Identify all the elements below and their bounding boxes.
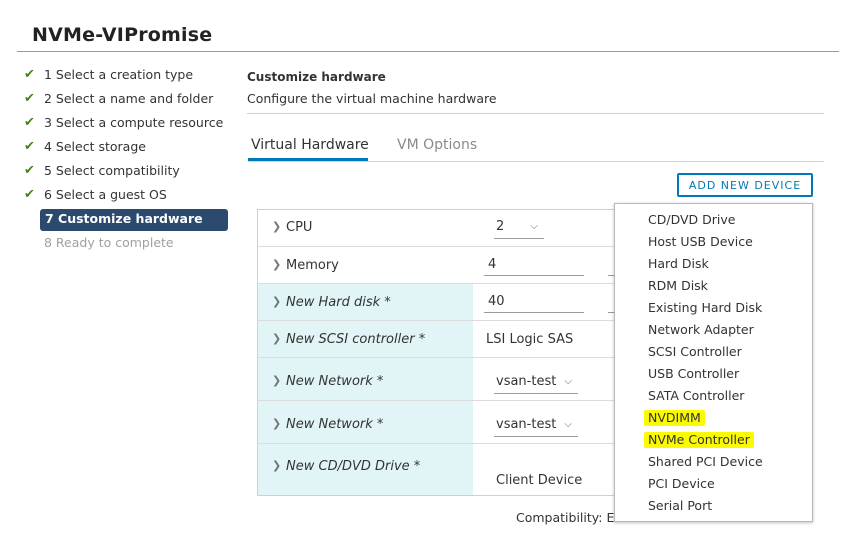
title-divider — [17, 51, 839, 52]
add-new-device-button[interactable]: ADD NEW DEVICE — [677, 173, 813, 197]
step-label: 8 Ready to complete — [44, 235, 174, 250]
section-subtitle: Configure the virtual machine hardware — [247, 91, 497, 106]
row-name: CPU — [286, 220, 313, 235]
step-5[interactable]: ✔ 5 Select compatibility — [24, 160, 230, 184]
step-6[interactable]: ✔ 6 Select a guest OS — [24, 184, 230, 208]
select-value: 2 — [496, 219, 505, 234]
checkmark-icon: ✔ — [24, 163, 35, 178]
row-name: New CD/DVD Drive * — [286, 459, 421, 474]
menu-item-shared-pci-device[interactable]: Shared PCI Device — [648, 454, 763, 469]
chevron-right-icon[interactable]: ❯ — [272, 220, 281, 233]
chevron-right-icon[interactable]: ❯ — [272, 258, 281, 271]
checkmark-icon: ✔ — [24, 139, 35, 154]
menu-item-existing-hard-disk[interactable]: Existing Hard Disk — [648, 300, 762, 315]
compatibility-label: Compatibility: E — [516, 510, 615, 525]
chevron-right-icon[interactable]: ❯ — [272, 295, 281, 308]
chevron-right-icon[interactable]: ❯ — [272, 459, 281, 472]
tab-vm-options[interactable]: VM Options — [397, 137, 477, 153]
scsi-controller-type: LSI Logic SAS — [486, 332, 574, 347]
cd-dvd-select[interactable]: Client Device — [494, 472, 604, 492]
active-tab-indicator — [248, 158, 368, 161]
row-name: New SCSI controller * — [286, 332, 426, 347]
tab-divider — [248, 161, 824, 162]
network-select[interactable]: vsan-test ⌵ — [494, 373, 578, 394]
section-title: Customize hardware — [247, 70, 386, 84]
step-label: 7 Customize hardware — [45, 211, 203, 226]
select-value: vsan-test — [496, 417, 557, 432]
checkmark-icon: ✔ — [24, 67, 35, 82]
menu-item-hard-disk[interactable]: Hard Disk — [648, 256, 709, 271]
row-name: Memory — [286, 258, 339, 273]
step-label: 5 Select compatibility — [44, 163, 180, 178]
chevron-down-icon: ⌵ — [564, 376, 572, 387]
wizard-title: NVMe-VIPromise — [32, 24, 213, 46]
step-label: 4 Select storage — [44, 139, 146, 154]
hardware-row-new-network[interactable]: ❯ New Network * vsan-test ⌵ — [258, 401, 618, 444]
menu-item-pci-device[interactable]: PCI Device — [648, 476, 715, 491]
menu-item-scsi-controller[interactable]: SCSI Controller — [648, 344, 742, 359]
memory-input[interactable]: 4 — [484, 255, 584, 276]
menu-item-serial-port[interactable]: Serial Port — [648, 498, 712, 513]
hardware-row-new-hard-disk[interactable]: ❯ New Hard disk * 40 — [258, 284, 618, 321]
network-select[interactable]: vsan-test ⌵ — [494, 416, 578, 437]
menu-item-usb-controller[interactable]: USB Controller — [648, 366, 739, 381]
cpu-select[interactable]: 2 ⌵ — [494, 218, 544, 239]
wizard-steps: ✔ 1 Select a creation type ✔ 2 Select a na… — [24, 64, 230, 256]
step-7-active[interactable]: 7 Customize hardware — [24, 208, 230, 232]
step-label: 6 Select a guest OS — [44, 187, 167, 202]
hardware-row-new-scsi-controller[interactable]: ❯ New SCSI controller * LSI Logic SAS — [258, 321, 618, 358]
menu-item-nvme-controller[interactable]: NVMe Controller — [644, 432, 754, 448]
menu-item-cd-dvd-drive[interactable]: CD/DVD Drive — [648, 212, 735, 227]
hardware-row-cpu[interactable]: ❯ CPU 2 ⌵ — [258, 210, 618, 247]
chevron-down-icon: ⌵ — [530, 221, 538, 232]
section-divider — [247, 113, 824, 114]
hardware-row-memory[interactable]: ❯ Memory 4 — [258, 247, 618, 284]
step-8: 8 Ready to complete — [24, 232, 230, 256]
step-4[interactable]: ✔ 4 Select storage — [24, 136, 230, 160]
input-value: 40 — [488, 294, 505, 309]
select-value: Client Device — [496, 473, 583, 488]
step-1[interactable]: ✔ 1 Select a creation type — [24, 64, 230, 88]
chevron-right-icon[interactable]: ❯ — [272, 417, 281, 430]
menu-item-sata-controller[interactable]: SATA Controller — [648, 388, 744, 403]
hardware-table: ❯ CPU 2 ⌵ ❯ Memory 4 ❯ New Hard disk * 4… — [257, 209, 618, 496]
menu-item-host-usb-device[interactable]: Host USB Device — [648, 234, 753, 249]
add-device-menu: CD/DVD Drive Host USB Device Hard Disk R… — [614, 203, 813, 522]
hardware-row-new-cd-dvd-drive[interactable]: ❯ New CD/DVD Drive * Client Device — [258, 444, 618, 495]
chevron-right-icon[interactable]: ❯ — [272, 332, 281, 345]
checkmark-icon: ✔ — [24, 115, 35, 130]
chevron-right-icon[interactable]: ❯ — [272, 374, 281, 387]
hard-disk-size-input[interactable]: 40 — [484, 292, 584, 313]
input-value: 4 — [488, 257, 497, 272]
step-2[interactable]: ✔ 2 Select a name and folder — [24, 88, 230, 112]
step-label: 3 Select a compute resource — [44, 115, 224, 130]
checkmark-icon: ✔ — [24, 91, 35, 106]
tab-virtual-hardware[interactable]: Virtual Hardware — [251, 137, 369, 153]
step-label: 1 Select a creation type — [44, 67, 194, 82]
row-name: New Network * — [286, 374, 384, 389]
row-name: New Hard disk * — [286, 295, 391, 310]
hardware-row-new-network[interactable]: ❯ New Network * vsan-test ⌵ — [258, 358, 618, 401]
checkmark-icon: ✔ — [24, 187, 35, 202]
menu-item-nvdimm[interactable]: NVDIMM — [644, 410, 705, 426]
chevron-down-icon: ⌵ — [564, 419, 572, 430]
select-value: vsan-test — [496, 374, 557, 389]
step-label: 2 Select a name and folder — [44, 91, 214, 106]
menu-item-network-adapter[interactable]: Network Adapter — [648, 322, 754, 337]
menu-item-rdm-disk[interactable]: RDM Disk — [648, 278, 708, 293]
step-3[interactable]: ✔ 3 Select a compute resource — [24, 112, 230, 136]
row-name: New Network * — [286, 417, 384, 432]
